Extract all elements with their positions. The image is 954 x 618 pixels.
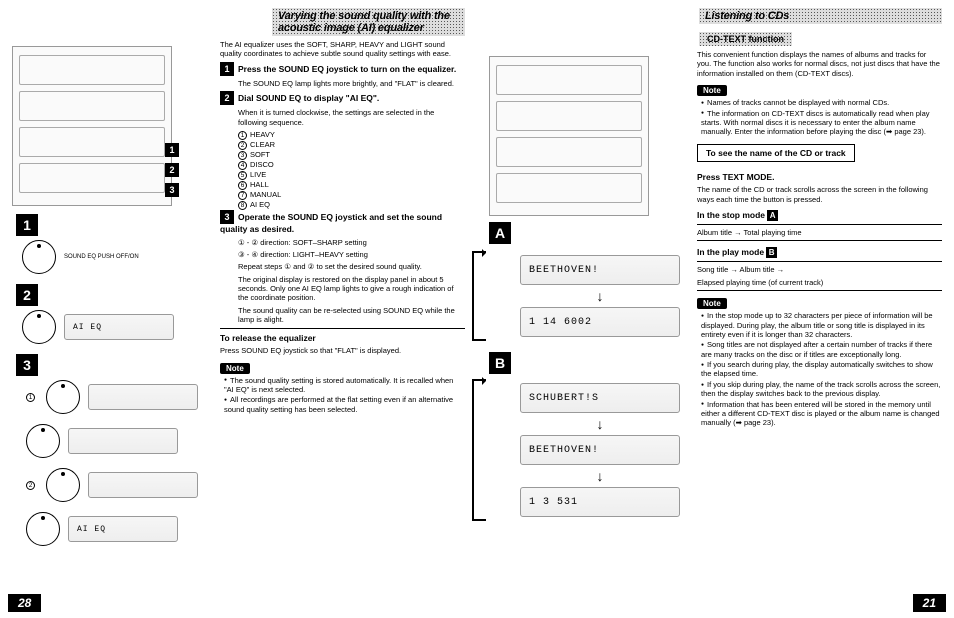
note-label: Note — [220, 363, 250, 374]
knob-icon — [22, 240, 56, 274]
play-mode-head: In the play mode — [697, 247, 764, 257]
step-3-l5: The sound quality can be re-selected usi… — [238, 306, 465, 325]
play-mode-l1: Song title → Album title → — [697, 265, 942, 274]
note-item: The information on CD-TEXT discs is auto… — [701, 109, 942, 137]
callout-1: 1 — [165, 143, 179, 157]
step-3-head: Operate the SOUND EQ joystick and set th… — [220, 212, 442, 234]
letter-a: A — [489, 222, 511, 244]
lcd-display: BEETHOVEN! — [520, 255, 680, 285]
knob-icon — [46, 380, 80, 414]
lcd-display: 1 3 531 — [520, 487, 680, 517]
instructions-col: The AI equalizer uses the SOFT, SHARP, H… — [220, 40, 465, 556]
lcd-display — [68, 428, 178, 454]
page-left: Sound quality/sound field operation Vary… — [0, 0, 477, 618]
step-2-head: Dial SOUND EQ to display "AI EQ". — [238, 93, 379, 103]
note-label: Note — [697, 298, 727, 309]
intro-text: This convenient function displays the na… — [697, 50, 942, 78]
press-body: The name of the CD or track scrolls acro… — [697, 185, 942, 204]
illustration-col: 1 2 3 1 SOUND EQ PUSH OFF/ON 2 AI EQ 3 1… — [12, 40, 212, 556]
note-item: Information that has been entered will b… — [701, 400, 942, 428]
note-item: All recordings are performed at the flat… — [224, 395, 465, 414]
intro-text: The AI equalizer uses the SOFT, SHARP, H… — [220, 40, 465, 59]
seq-item: HEAVY — [250, 130, 275, 139]
note-list: In the stop mode up to 32 characters per… — [701, 311, 942, 428]
big-step-2: 2 — [16, 284, 38, 306]
loop-arrow-icon — [472, 379, 486, 521]
section-subtitle: CD-TEXT function — [699, 32, 792, 46]
seq-item: SOFT — [250, 150, 270, 159]
knob-icon — [22, 310, 56, 344]
stop-mode-mark: A — [767, 210, 778, 221]
knob-icon — [26, 424, 60, 458]
step-num-2: 2 — [220, 91, 234, 105]
lcd-display: AI EQ — [68, 516, 178, 542]
lcd-display: SCHUBERT!S — [520, 383, 680, 413]
note-list: The sound quality setting is stored auto… — [224, 376, 465, 415]
step-3-l3: Repeat steps ① and ② to set the desired … — [238, 262, 465, 271]
seq-item: LIVE — [250, 170, 266, 179]
stereo-diagram: 1 2 3 — [12, 46, 172, 206]
press-head: Press TEXT MODE. — [697, 172, 942, 183]
note-item: If you search during play, the display a… — [701, 360, 942, 379]
section-title: Listening to CDs — [699, 8, 942, 24]
section-title: Varying the sound quality with the acous… — [272, 8, 465, 36]
step-num-1: 1 — [220, 62, 234, 76]
page-right: CD operations Listening to CDs CD-TEXT f… — [477, 0, 954, 618]
note-item: The sound quality setting is stored auto… — [224, 376, 465, 395]
note-item: In the stop mode up to 32 characters per… — [701, 311, 942, 339]
lcd-display — [88, 384, 198, 410]
step-1-head: Press the SOUND EQ joystick to turn on t… — [238, 64, 456, 74]
note-item: If you skip during play, the name of the… — [701, 380, 942, 399]
knob-icon — [26, 512, 60, 546]
play-mode-l2: Elapsed playing time (of current track) — [697, 278, 942, 287]
stop-mode-head: In the stop mode — [697, 210, 765, 220]
play-mode-mark: B — [766, 247, 777, 258]
note-item: Song titles are not displayed after a ce… — [701, 340, 942, 359]
step-num-3: 3 — [220, 210, 234, 224]
instructions-col: This convenient function displays the na… — [697, 50, 942, 522]
lcd-display: BEETHOVEN! — [520, 435, 680, 465]
seq-item: HALL — [250, 180, 269, 189]
step-3-l4: The original display is restored on the … — [238, 275, 465, 303]
step-3-l1: ① - ② direction: SOFT–SHARP setting — [238, 238, 465, 247]
lcd-display — [88, 472, 198, 498]
arrow-down-icon: ↓ — [597, 289, 604, 303]
big-step-1: 1 — [16, 214, 38, 236]
info-box: To see the name of the CD or track — [697, 144, 855, 162]
seq-item: AI EQ — [250, 200, 270, 209]
callout-2: 2 — [165, 163, 179, 177]
seq-item: MANUAL — [250, 190, 281, 199]
eq-sequence: 1HEAVY 2CLEAR 3SOFT 4DISCO 5LIVE 6HALL 7… — [238, 130, 465, 210]
stop-mode-line: Album title → Total playing time — [697, 228, 942, 237]
note-list: Names of tracks cannot be displayed with… — [701, 98, 942, 137]
release-body: Press SOUND EQ joystick so that "FLAT" i… — [220, 346, 465, 355]
page-number: 28 — [8, 594, 41, 612]
step-1-body: The SOUND EQ lamp lights more brightly, … — [238, 79, 465, 88]
big-step-3: 3 — [16, 354, 38, 376]
note-label: Note — [697, 85, 727, 96]
letter-b: B — [489, 352, 511, 374]
lcd-display: AI EQ — [64, 314, 174, 340]
step-3-l2: ③ - ④ direction: LIGHT–HEAVY setting — [238, 250, 465, 259]
lcd-display: 1 14 6002 — [520, 307, 680, 337]
arrow-down-icon: ↓ — [597, 417, 604, 431]
knob-icon — [46, 468, 80, 502]
release-head: To release the equalizer — [220, 333, 465, 344]
page-number: 21 — [913, 594, 946, 612]
knob-label: SOUND EQ PUSH OFF/ON — [64, 254, 139, 260]
seq-item: CLEAR — [250, 140, 275, 149]
seq-item: DISCO — [250, 160, 274, 169]
stereo-diagram — [489, 56, 649, 216]
arrow-down-icon: ↓ — [597, 469, 604, 483]
illustration-col: A BEETHOVEN! ↓ 1 14 6002 B SCHUBERT!S ↓ … — [489, 50, 689, 522]
callout-3: 3 — [165, 183, 179, 197]
loop-arrow-icon — [472, 251, 486, 341]
note-item: Names of tracks cannot be displayed with… — [701, 98, 942, 107]
step-2-body: When it is turned clockwise, the setting… — [238, 108, 465, 127]
